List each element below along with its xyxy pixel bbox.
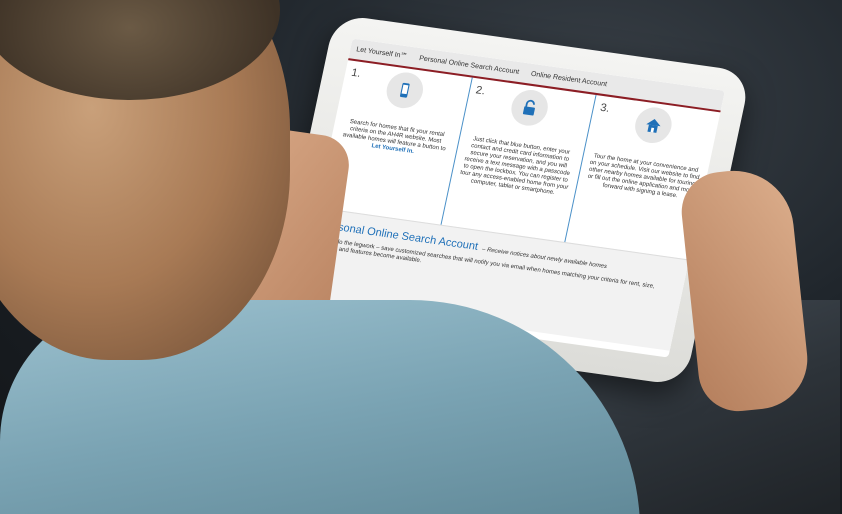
tab-resident-account[interactable]: Online Resident Account (530, 70, 607, 88)
step-description: Search for homes that fit your rental cr… (342, 119, 447, 156)
step-description: Just click that blue button, enter your … (459, 136, 571, 197)
photo-scene: Let Yourself In℠ Personal Online Search … (0, 0, 842, 514)
tab-let-yourself-in[interactable]: Let Yourself In℠ (356, 45, 409, 60)
